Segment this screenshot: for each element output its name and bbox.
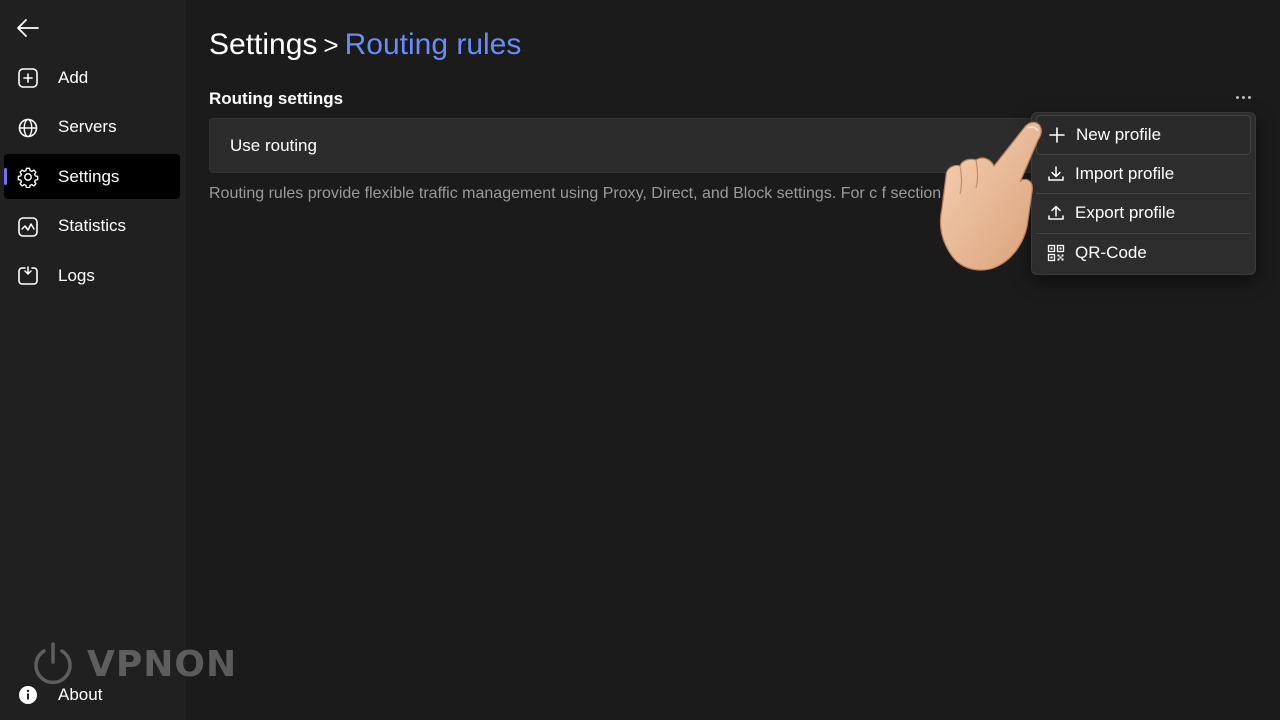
add-box-icon — [17, 67, 39, 89]
qr-code-icon — [1046, 243, 1066, 263]
sidebar-item-statistics[interactable]: Statistics — [4, 204, 180, 249]
more-dots-icon — [1235, 95, 1239, 99]
upload-icon — [1046, 203, 1066, 223]
sidebar-item-label: Servers — [58, 117, 117, 137]
menu-item-label: Export profile — [1075, 203, 1176, 223]
breadcrumb-root[interactable]: Settings — [209, 28, 317, 61]
download-icon — [1046, 164, 1066, 184]
use-routing-label: Use routing — [230, 135, 317, 155]
logs-icon — [17, 265, 39, 287]
more-dots-icon — [1247, 95, 1251, 99]
sidebar-item-label: About — [58, 684, 103, 704]
breadcrumb: Settings > Routing rules — [209, 28, 521, 62]
profile-menu: New profile Import profile Export profil… — [1031, 112, 1256, 275]
menu-item-import-profile[interactable]: Import profile — [1036, 155, 1251, 194]
globe-icon — [17, 117, 39, 139]
plus-icon — [1047, 125, 1067, 145]
sidebar-item-about[interactable]: About — [4, 672, 180, 717]
sidebar-item-label: Settings — [58, 166, 120, 186]
sidebar-item-logs[interactable]: Logs — [4, 253, 180, 298]
sidebar-item-label: Add — [58, 67, 89, 87]
chart-icon — [17, 216, 39, 238]
more-options-button[interactable] — [1230, 86, 1256, 108]
page-title: Routing rules — [344, 28, 522, 61]
menu-item-qr-code[interactable]: QR-Code — [1036, 234, 1251, 274]
gear-icon — [17, 166, 39, 189]
back-button[interactable] — [8, 10, 48, 46]
sidebar-item-label: Statistics — [58, 216, 127, 236]
menu-item-export-profile[interactable]: Export profile — [1036, 194, 1251, 234]
menu-item-label: QR-Code — [1075, 243, 1147, 263]
breadcrumb-separator: > — [323, 30, 339, 60]
menu-item-label: New profile — [1076, 124, 1162, 144]
section-title: Routing settings — [209, 89, 344, 108]
sidebar-item-label: Logs — [58, 265, 95, 285]
sidebar-item-servers[interactable]: Servers — [4, 105, 180, 150]
arrow-left-icon — [17, 19, 39, 37]
info-icon — [17, 684, 39, 706]
sidebar-nav: Add Servers Settings Statistics Logs — [4, 55, 180, 303]
sidebar-item-settings[interactable]: Settings — [4, 154, 180, 200]
menu-item-new-profile[interactable]: New profile — [1036, 115, 1251, 155]
more-dots-icon — [1241, 95, 1245, 99]
sidebar: Add Servers Settings Statistics Logs VPN… — [0, 0, 236, 720]
menu-item-label: Import profile — [1075, 163, 1175, 183]
sidebar-item-add[interactable]: Add — [4, 55, 180, 100]
